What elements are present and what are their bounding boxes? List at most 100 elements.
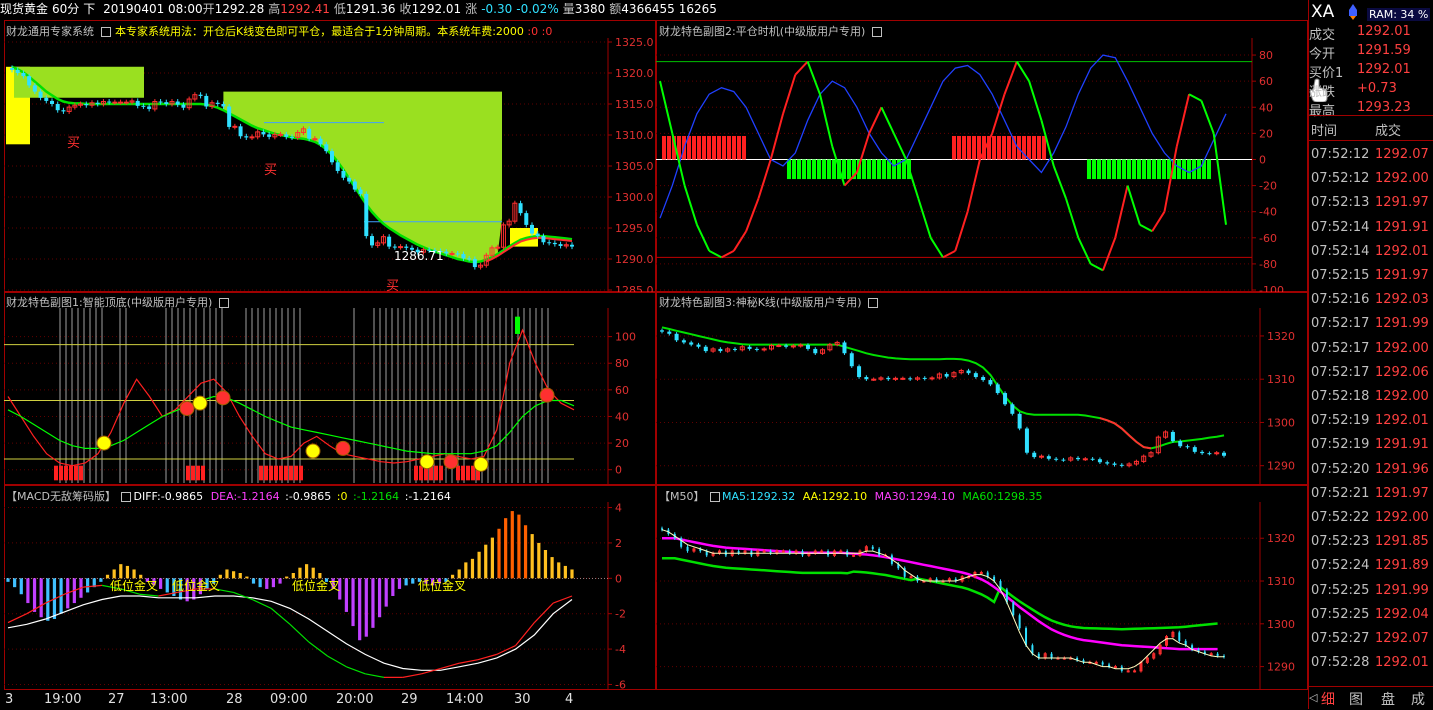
macd-hist-bar [32, 578, 37, 612]
y-tick-label: -6 [615, 678, 626, 690]
collapse-box-icon[interactable] [868, 298, 878, 308]
sub2-line-chart[interactable]: -100 -80 -60 -40 -20 0 20 40 60 80 [656, 38, 1308, 292]
collapse-box-icon[interactable] [100, 27, 111, 37]
macd-chart[interactable]: -6 -4 -2 0 2 4 [4, 502, 656, 690]
sub3-candle [813, 348, 818, 354]
sub2-title-row: 财龙特色副图2:平仓时机(中级版用户专用) [659, 23, 882, 39]
trade-row[interactable]: 07:52:19 1291.91 [1309, 437, 1433, 461]
main-candle [27, 76, 32, 86]
macd-hist-bar [464, 562, 468, 579]
hist-bar [827, 159, 831, 180]
macd-hist-bar [517, 514, 521, 579]
x-tick: 20:00 [336, 692, 374, 707]
trade-row[interactable]: 07:52:20 1291.96 [1309, 462, 1433, 486]
m50-candle [1050, 653, 1053, 659]
hist-bar [1127, 159, 1131, 180]
macd-hist-bar [384, 578, 388, 607]
trade-row[interactable]: 07:52:27 1292.07 [1309, 631, 1433, 655]
trade-row[interactable]: 07:52:12 1292.00 [1309, 171, 1433, 195]
trade-row[interactable]: 07:52:12 1292.07 [1309, 147, 1433, 171]
bottom-signal [64, 465, 68, 481]
main-candle [95, 102, 100, 104]
quote-label: 涨跌 [1309, 85, 1336, 100]
series-line [917, 198, 932, 239]
quote-label: 成交 [1309, 28, 1336, 43]
main-candle [387, 236, 392, 247]
trade-time: 07:52:13 [1311, 195, 1370, 211]
trade-row[interactable]: 07:52:22 1292.00 [1309, 510, 1433, 534]
macd-hist-bar [351, 578, 355, 627]
collapse-box-icon[interactable] [871, 27, 882, 37]
macd-hist-bar [497, 528, 501, 579]
sub3-candle [1112, 463, 1117, 465]
diff-line [83, 584, 103, 588]
tab-detail[interactable]: 细 [1321, 689, 1335, 709]
sub1-line-chart[interactable]: 0 20 40 60 80 100 [4, 308, 656, 485]
trade-price: 1292.03 [1375, 292, 1429, 308]
trade-row[interactable]: 07:52:15 1291.97 [1309, 268, 1433, 292]
trade-price: 1292.01 [1375, 413, 1429, 429]
trade-row[interactable]: 07:52:23 1291.85 [1309, 534, 1433, 558]
quote-label: 买价1 [1309, 66, 1344, 81]
macd-hist-bar [225, 569, 229, 579]
m50-chart[interactable]: 1290 1300 1310 1320 [656, 502, 1308, 690]
trade-row[interactable]: 07:52:17 1292.00 [1309, 341, 1433, 365]
macd-hist-bar [411, 578, 415, 584]
macd-hist-bar [504, 518, 508, 579]
macd-hist-bar [570, 569, 574, 579]
extra-value: 16265 [678, 2, 717, 16]
hist-bar [967, 135, 971, 160]
main-candle-chart[interactable]: 1285.0 1290.0 1295.0 1300.0 1305.0 1310.0 1315… [4, 38, 656, 292]
trade-time: 07:52:27 [1311, 631, 1370, 646]
main-candle [278, 133, 284, 136]
bottom-signal [186, 465, 190, 481]
macd-hist-bar [265, 578, 269, 589]
main-candle [175, 101, 180, 105]
trade-row[interactable]: 07:52:28 1292.01 [1309, 655, 1433, 679]
bottom-signal [59, 465, 63, 481]
tab-chart[interactable]: 图 [1349, 689, 1363, 709]
trade-time: 07:52:28 [1311, 655, 1370, 671]
trade-row[interactable]: 07:52:21 1291.97 [1309, 486, 1433, 510]
trade-row[interactable]: 07:52:18 1292.00 [1309, 389, 1433, 413]
main-candle [352, 181, 357, 190]
m50-candle [1209, 653, 1213, 656]
trade-row[interactable]: 07:52:14 1292.01 [1309, 244, 1433, 268]
collapse-box-icon[interactable] [121, 492, 132, 502]
trade-row[interactable]: 07:52:13 1291.97 [1309, 195, 1433, 219]
hist-bar [1207, 159, 1211, 180]
series-line [1151, 211, 1166, 232]
trade-row[interactable]: 07:52:16 1292.03 [1309, 292, 1433, 316]
trade-row[interactable]: 07:52:25 1292.04 [1309, 607, 1433, 631]
tab-book[interactable]: 盘 [1381, 689, 1395, 709]
collapse-box-icon[interactable] [218, 298, 229, 308]
m50-candle [686, 546, 689, 552]
series-line [757, 159, 772, 199]
trade-row[interactable]: 07:52:25 1291.99 [1309, 583, 1433, 607]
trade-row[interactable]: 07:52:24 1291.89 [1309, 558, 1433, 582]
ram-indicator: RAM: 34 % [1367, 8, 1431, 21]
hist-bar [707, 135, 711, 160]
sub3-candle-chart[interactable]: 1290 1300 1310 1320 [656, 308, 1308, 485]
main-candle [135, 100, 140, 106]
trade-time: 07:52:17 [1311, 340, 1370, 356]
main-candle [267, 134, 272, 137]
tab-arrow-icon[interactable]: ◁ [1309, 691, 1317, 704]
trade-row[interactable]: 07:52:14 1291.91 [1309, 220, 1433, 244]
sub3-candle [805, 345, 810, 349]
collapse-box-icon[interactable] [710, 492, 720, 502]
macd-hist-bar [543, 550, 548, 579]
series-line [991, 93, 1006, 134]
m50-candle [1018, 615, 1021, 629]
date: 20190401 08:00 [103, 2, 203, 16]
sub3-candle [776, 344, 782, 347]
period: 60分 [52, 2, 80, 16]
trade-row[interactable]: 07:52:17 1292.06 [1309, 365, 1433, 389]
main-candle [158, 101, 163, 103]
trade-row[interactable]: 07:52:17 1291.99 [1309, 316, 1433, 340]
trade-row[interactable]: 07:52:19 1292.01 [1309, 413, 1433, 437]
series-line [782, 74, 797, 115]
bottom-signal [274, 465, 278, 481]
tab-deals[interactable]: 成 [1411, 689, 1425, 709]
sub3-candle [871, 378, 877, 381]
